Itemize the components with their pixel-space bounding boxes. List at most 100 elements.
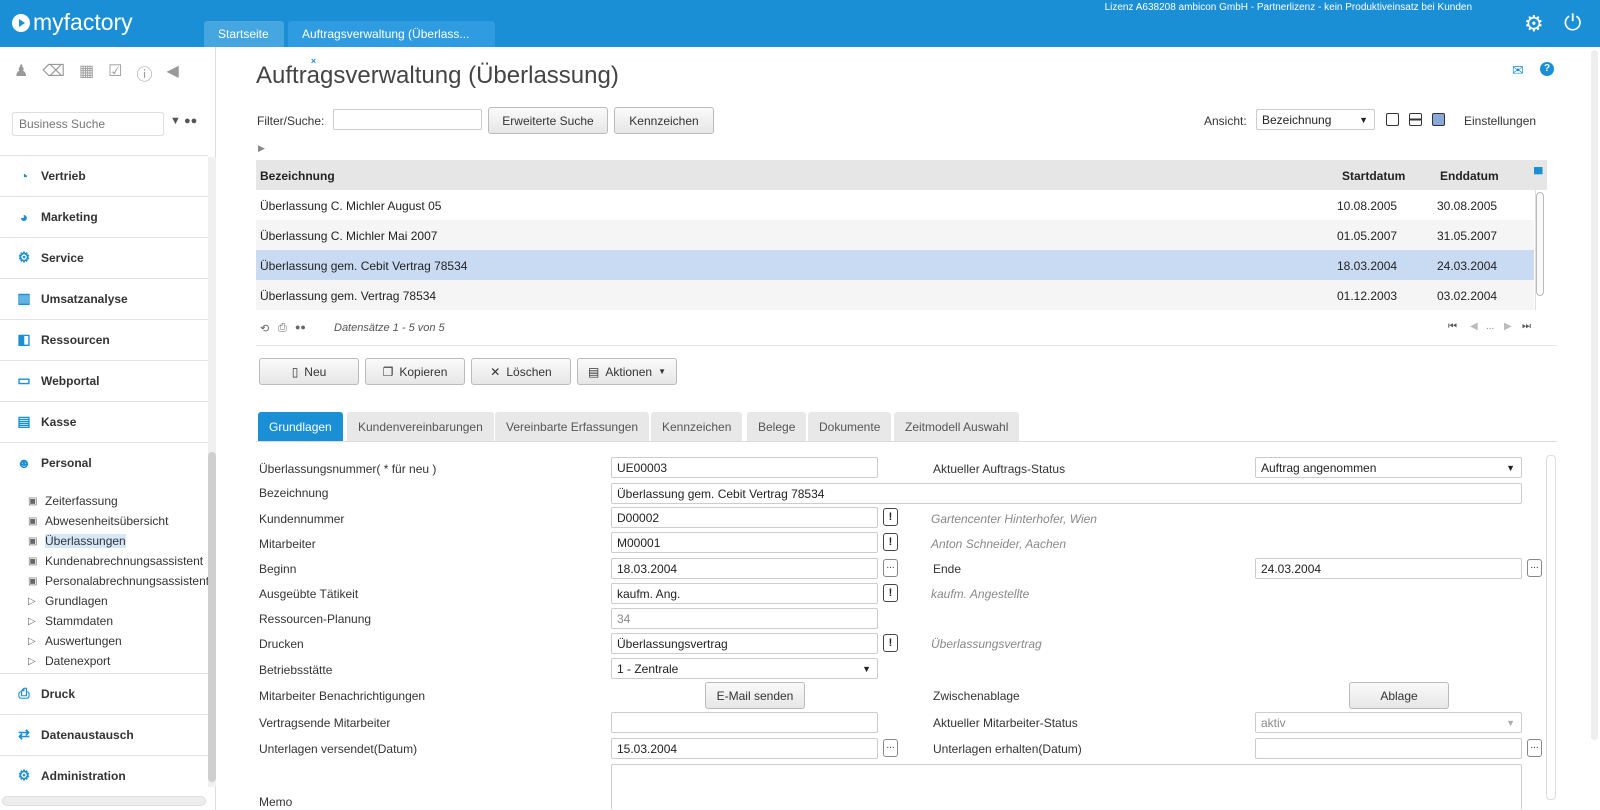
column-enddatum[interactable]: Enddatum	[1440, 169, 1499, 183]
tab-auftragsverwaltung[interactable]: Auftragsverwaltung (Überlass...×	[288, 21, 495, 67]
nav-umsatzanalyse[interactable]: ▥ Umsatzanalyse	[0, 278, 208, 318]
pin-icon[interactable]: ♟	[14, 61, 28, 85]
nav-vertrieb[interactable]: ◔ Vertrieb	[0, 155, 208, 195]
bezeichnung-field[interactable]: Überlassung gem. Cebit Vertrag 78534	[611, 483, 1522, 504]
date-picker-button[interactable]: ...	[1527, 559, 1542, 577]
info-icon[interactable]: ⓘ	[136, 61, 152, 85]
nav-datenaustausch[interactable]: ⇄ Datenaustausch	[0, 714, 208, 754]
checklist-icon[interactable]: ☑	[108, 61, 122, 85]
nav-ressourcen[interactable]: ◧ Ressourcen	[0, 319, 208, 359]
sub-ueberlassungen[interactable]: ▣ Überlassungen	[28, 532, 126, 550]
betrieb-select[interactable]: 1 - Zentrale ▼	[611, 658, 878, 679]
settings-link[interactable]: Einstellungen	[1464, 114, 1536, 128]
table-row[interactable]: Überlassung gem. Vertrag 78534 01.12.200…	[256, 280, 1534, 310]
sidebar-scrollbar-thumb[interactable]	[208, 452, 216, 782]
column-bezeichnung[interactable]: Bezeichnung	[260, 169, 335, 183]
tab-grundlagen[interactable]: Grundlagen	[258, 412, 343, 442]
view-split-icon[interactable]	[1409, 113, 1422, 126]
versendet-field[interactable]: 15.03.2004	[611, 738, 878, 759]
status-select[interactable]: Auftrag angenommen ▼	[1255, 457, 1522, 478]
table-row[interactable]: Überlassung C. Michler Mai 2007 01.05.20…	[256, 220, 1534, 250]
lookup-exclamation-icon[interactable]: !	[883, 508, 898, 526]
filter-input[interactable]	[333, 109, 482, 130]
tab-vereinbarte-erfassungen[interactable]: Vereinbarte Erfassungen	[495, 412, 650, 442]
nav-webportal[interactable]: ▭ Webportal	[0, 360, 208, 400]
lookup-exclamation-icon[interactable]: !	[883, 584, 898, 602]
column-chooser-icon[interactable]: ▀	[1534, 167, 1543, 181]
date-picker-button[interactable]: ...	[883, 559, 898, 577]
business-search-input[interactable]	[12, 112, 164, 136]
date-picker-button[interactable]: ...	[1527, 739, 1542, 757]
grid-scrollbar-thumb[interactable]	[1536, 192, 1544, 296]
view-full-icon[interactable]	[1432, 113, 1445, 126]
taetigkeit-field[interactable]: kaufm. Ang.	[611, 583, 878, 604]
form-scrollbar[interactable]	[1546, 455, 1556, 800]
view-single-icon[interactable]	[1386, 113, 1399, 126]
drucken-field[interactable]: Überlassungsvertrag	[611, 633, 878, 654]
tab-kennzeichen[interactable]: Kennzeichen	[651, 412, 743, 442]
refresh-icon[interactable]: ⟲	[260, 322, 269, 335]
sub-grundlagen[interactable]: ▷ Grundlagen	[28, 592, 108, 610]
last-page-icon[interactable]: ⏭	[1522, 321, 1531, 332]
sub-stammdaten[interactable]: ▷ Stammdaten	[28, 612, 113, 630]
date-picker-button[interactable]: ...	[883, 739, 898, 757]
first-page-icon[interactable]: ⏮	[1448, 321, 1457, 332]
tab-belege[interactable]: Belege	[747, 412, 807, 442]
sub-datenexport[interactable]: ▷ Datenexport	[28, 652, 110, 670]
ende-field[interactable]: 24.03.2004	[1255, 558, 1522, 579]
sub-zeiterfassung[interactable]: ▣ Zeiterfassung	[28, 492, 118, 510]
tab-zeitmodell-auswahl[interactable]: Zeitmodell Auswahl	[894, 412, 1020, 442]
beginn-field[interactable]: 18.03.2004	[611, 558, 878, 579]
nav-kasse[interactable]: ▤ Kasse	[0, 401, 208, 441]
nav-service[interactable]: ⚙ Service	[0, 237, 208, 277]
gear-icon[interactable]: ⚙	[1524, 11, 1544, 37]
sub-personalabrechnungsassistent[interactable]: ▣ Personalabrechnungsassistent	[28, 572, 209, 590]
delete-button[interactable]: ✕ Löschen	[471, 358, 571, 385]
binoculars-icon[interactable]: ●●	[184, 115, 197, 127]
erhalten-field[interactable]	[1255, 738, 1522, 759]
prev-page-icon[interactable]: ◀	[1470, 321, 1478, 332]
memo-field[interactable]	[611, 764, 1522, 810]
app-logo[interactable]: myfactory	[12, 9, 133, 36]
column-startdatum[interactable]: Startdatum	[1342, 169, 1405, 183]
expand-arrow-icon[interactable]: ▶	[258, 143, 265, 154]
lookup-exclamation-icon[interactable]: !	[883, 533, 898, 551]
tab-startseite[interactable]: Startseite	[204, 21, 284, 47]
ablage-button[interactable]: Ablage	[1349, 682, 1449, 709]
next-page-icon[interactable]: ▶	[1504, 321, 1512, 332]
power-icon[interactable]: ⏻	[1564, 10, 1581, 36]
mail-icon[interactable]: ✉	[1512, 62, 1524, 79]
sidebar-horizontal-scrollbar[interactable]	[2, 796, 206, 806]
tab-kundenvereinbarungen[interactable]: Kundenvereinbarungen	[347, 412, 494, 442]
nav-marketing[interactable]: ◕ Marketing	[0, 196, 208, 236]
sub-abwesenheitsuebersicht[interactable]: ▣ Abwesenheitsübersicht	[28, 512, 168, 530]
nav-administration[interactable]: ⚙ Administration	[0, 755, 208, 795]
kunde-field[interactable]: D00002	[611, 507, 878, 528]
extended-search-button[interactable]: Erweiterte Suche	[488, 107, 608, 134]
nav-druck[interactable]: ⎙ Druck	[0, 673, 208, 713]
printer-icon[interactable]: ⎙	[278, 322, 287, 335]
table-row-selected[interactable]: Überlassung gem. Cebit Vertrag 78534 18.…	[256, 250, 1534, 280]
email-send-button[interactable]: E-Mail senden	[705, 682, 805, 709]
table-row[interactable]: Überlassung C. Michler August 05 10.08.2…	[256, 190, 1534, 220]
actions-button[interactable]: ▤ Aktionen ▼	[577, 358, 677, 385]
calendar-icon[interactable]: ▦	[79, 61, 94, 85]
kennzeichen-button[interactable]: Kennzeichen	[614, 107, 714, 134]
view-select[interactable]: Bezeichnung ▼	[1256, 109, 1375, 130]
dropdown-arrow-icon[interactable]: ▼	[170, 115, 181, 127]
page-scrollbar[interactable]	[1591, 50, 1598, 740]
sub-kundenabrechnungsassistent[interactable]: ▣ Kundenabrechnungsassistent	[28, 552, 203, 570]
search-options[interactable]: ▼ ●●	[170, 115, 197, 127]
mitarbeiter-field[interactable]: M00001	[611, 532, 878, 553]
nummer-field[interactable]: UE00003	[611, 457, 878, 478]
tab-dokumente[interactable]: Dokumente	[808, 412, 892, 442]
collapse-icon[interactable]: ◀	[166, 61, 178, 85]
lookup-exclamation-icon[interactable]: !	[883, 634, 898, 652]
sub-auswertungen[interactable]: ▷ Auswertungen	[28, 632, 122, 650]
eraser-icon[interactable]: ⌫	[42, 61, 65, 85]
vertragsende-field[interactable]	[611, 712, 878, 733]
nav-personal[interactable]: ☻ Personal	[0, 442, 208, 482]
binoculars-icon[interactable]: ●●	[295, 322, 306, 332]
copy-button[interactable]: ❐ Kopieren	[365, 358, 465, 385]
help-icon[interactable]: ?	[1540, 62, 1554, 76]
